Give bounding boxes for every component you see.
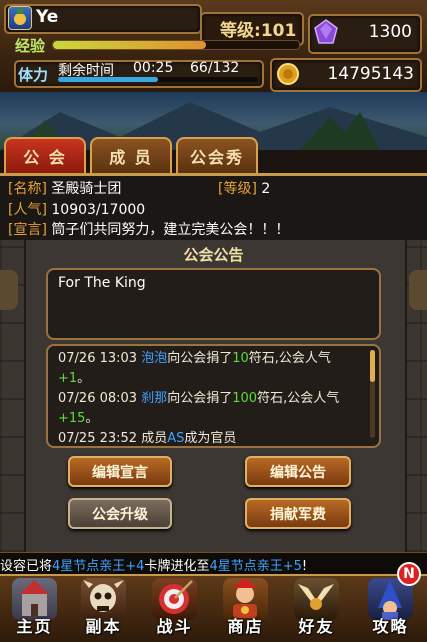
guild-declaration-label: [宣言] — [8, 222, 47, 238]
donation-log[interactable]: 07/26 13:03 泡泡向公会捐了10符石,公会人气+1。 07/26 08… — [46, 344, 381, 448]
log-member-name: AS — [167, 431, 185, 446]
guild-name: 圣殿骑士团 — [51, 181, 122, 197]
log-detail: 符石,公会人气 — [248, 351, 331, 366]
log-list: 07/26 13:03 泡泡向公会捐了10符石,公会人气+1。 07/26 08… — [58, 349, 358, 446]
stamina-value: 66/132 — [190, 60, 240, 76]
log-prefix: 成员 — [141, 431, 168, 446]
nav-home[interactable]: 主页 — [4, 576, 65, 640]
log-amount: 10 — [232, 351, 249, 366]
edit-announcement-button[interactable]: 编辑公告 — [245, 456, 351, 487]
nav-dungeon[interactable]: 副本 — [73, 576, 134, 640]
log-end: 。 — [77, 371, 91, 386]
log-scrollbar-thumb[interactable] — [370, 350, 375, 382]
guild-level-row: [等级] 2 — [218, 178, 270, 198]
right-ornament — [409, 270, 427, 310]
log-action: 成为官员 — [184, 431, 237, 446]
broadcast-ticker: 设容已将4星节点亲王+4卡牌进化至4星节点亲王+5! — [0, 552, 427, 575]
guild-level-label: [等级] — [218, 181, 257, 197]
log-action: 向公会捐了 — [167, 351, 233, 366]
log-time: 07/26 08:03 — [58, 391, 142, 406]
announcement-text: For The King — [58, 275, 146, 291]
level-display: 等级:101 — [220, 16, 296, 41]
ticker-player: 设容已将 — [0, 559, 53, 574]
ticker-card-from: 4星节点亲王+4 — [52, 559, 145, 574]
log-popularity-gain: +15 — [58, 411, 86, 426]
donate-funds-button[interactable]: 捐献军费 — [245, 498, 351, 529]
stamina-timer: 00:25 — [133, 60, 174, 76]
ticker-card-to: 4星节点亲王+5 — [209, 559, 302, 574]
gems-value: 1300 — [368, 22, 412, 42]
ticker-message: 设容已将4星节点亲王+4卡牌进化至4星节点亲王+5! — [0, 555, 307, 574]
tab-guild-show[interactable]: 公会秀 — [176, 137, 258, 173]
nav-home-label: 主页 — [16, 617, 53, 636]
guild-name-label: [名称] — [8, 181, 47, 197]
nav-friends[interactable]: 好友 — [286, 576, 347, 640]
left-ornament — [0, 270, 18, 310]
guild-upgrade-button[interactable]: 公会升级 — [68, 498, 172, 529]
exp-bar-fill — [53, 41, 206, 49]
log-popularity-gain: +1 — [58, 371, 78, 386]
guild-name-row: [名称] 圣殿骑士团 — [8, 178, 121, 198]
nav-battle[interactable]: 战斗 — [144, 576, 205, 640]
tab-guild[interactable]: 公 会 — [4, 137, 86, 173]
log-end: 。 — [85, 411, 99, 426]
guild-declaration-row: [宣言] 筒子们共同努力，建立完美公会！！！ — [8, 219, 289, 239]
nav-battle-label: 战斗 — [156, 617, 193, 636]
log-entry: 07/26 08:03 刹那向公会捐了100符石,公会人气 +15。 — [58, 389, 358, 429]
player-name-panel — [4, 4, 202, 34]
log-time: 07/26 13:03 — [58, 351, 142, 366]
announcement-title: 公会公告 — [183, 246, 244, 264]
ticker-end: ! — [301, 559, 308, 574]
nav-friends-label: 好友 — [298, 617, 335, 636]
log-entry: 07/26 13:03 泡泡向公会捐了10符石,公会人气 +1。 — [58, 349, 358, 389]
nav-dungeon-label: 副本 — [85, 617, 122, 636]
gold-value: 14795143 — [327, 64, 414, 84]
log-member-name: 刹那 — [141, 391, 168, 406]
stamina-bar-fill — [58, 77, 158, 82]
ticker-action: 卡牌进化至 — [144, 559, 210, 574]
player-name: Ye — [36, 7, 59, 27]
exp-label: 经验 — [15, 37, 46, 55]
nav-shop[interactable]: 商店 — [215, 576, 276, 640]
log-time: 07/25 23:52 — [58, 431, 142, 446]
rank-medal-icon — [8, 6, 32, 30]
guild-popularity-label: [人气] — [8, 202, 47, 218]
gold-coin-icon — [276, 62, 300, 86]
guild-popularity-row: [人气] 10903/17000 — [8, 199, 145, 219]
level-label: 等级: — [220, 21, 261, 41]
guild-level: 2 — [261, 181, 271, 197]
guild-declaration: 筒子们共同努力，建立完美公会！！！ — [51, 222, 290, 238]
log-amount: 100 — [232, 391, 258, 406]
level-value: 101 — [260, 21, 297, 41]
log-member-name: 泡泡 — [141, 351, 168, 366]
stamina-bar — [58, 77, 258, 82]
new-badge: N — [397, 562, 421, 586]
gem-icon — [312, 18, 340, 46]
guild-popularity: 10903/17000 — [51, 202, 146, 218]
exp-bar — [52, 40, 300, 50]
log-detail: 符石,公会人气 — [257, 391, 340, 406]
stamina-label: 体力 — [18, 66, 49, 84]
log-action: 向公会捐了 — [167, 391, 233, 406]
nav-guide-label: 攻略 — [372, 617, 409, 636]
log-entry: 07/25 23:52 成员AS成为官员 — [58, 429, 358, 446]
tab-members[interactable]: 成 员 — [90, 137, 172, 173]
log-scrollbar[interactable] — [370, 350, 375, 438]
nav-shop-label: 商店 — [227, 617, 264, 636]
edit-declaration-button[interactable]: 编辑宣言 — [68, 456, 172, 487]
